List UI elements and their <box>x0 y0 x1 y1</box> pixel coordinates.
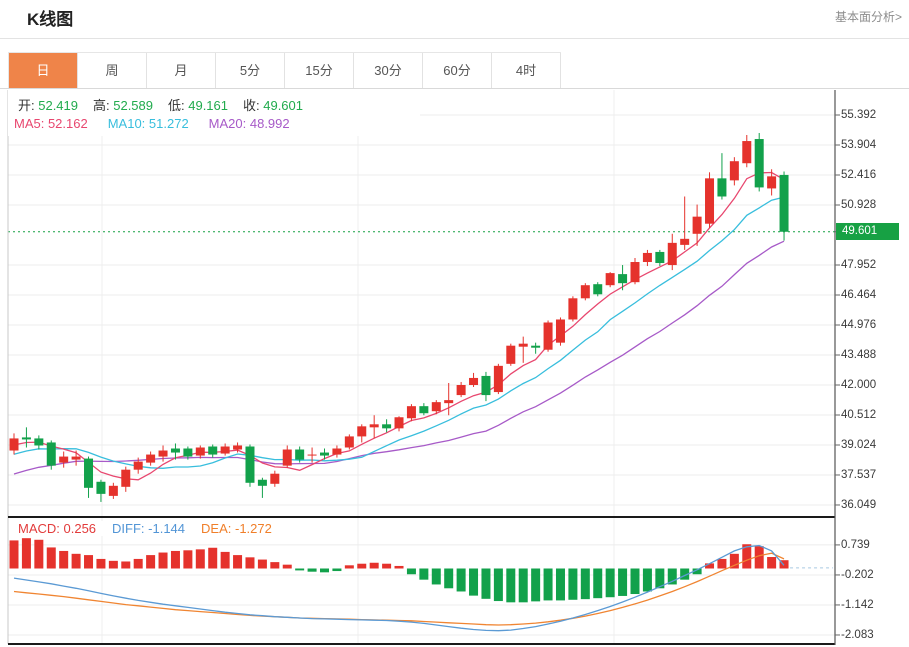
macd-readout: MACD: 0.256 DIFF: -1.144 DEA: -1.272 <box>18 521 294 536</box>
axis-tick-label: 42.000 <box>841 377 903 393</box>
tab-周[interactable]: 周 <box>78 53 147 89</box>
axis-tick-label: 36.049 <box>841 497 903 513</box>
axis-tick-label: 52.416 <box>841 167 903 183</box>
axis-tick-label: -0.202 <box>841 567 903 583</box>
axis-tick-label: -2.083 <box>841 627 903 643</box>
tab-日[interactable]: 日 <box>9 53 78 89</box>
axis-tick-label: 39.024 <box>841 437 903 453</box>
axis-tick-label: 53.904 <box>841 137 903 153</box>
axis-tick-label: -1.142 <box>841 597 903 613</box>
tab-月[interactable]: 月 <box>147 53 216 89</box>
tab-60分[interactable]: 60分 <box>423 53 492 89</box>
tab-strip-border <box>0 88 909 89</box>
ma-readout: MA5: 52.162 MA10: 51.272 MA20: 48.992 <box>14 116 310 131</box>
tab-30分[interactable]: 30分 <box>354 53 423 89</box>
readout-item: DIFF: -1.144 <box>112 521 185 536</box>
readout-item: 收: 49.601 <box>243 98 303 113</box>
readout-item: MA5: 52.162 <box>14 116 88 131</box>
readout-item: MA20: 48.992 <box>209 116 290 131</box>
tab-15分[interactable]: 15分 <box>285 53 354 89</box>
readout-item: DEA: -1.272 <box>201 521 272 536</box>
page-title: K线图 <box>27 5 73 30</box>
axis-tick-label: 46.464 <box>841 287 903 303</box>
axis-tick-label: 47.952 <box>841 257 903 273</box>
readout-item: MACD: 0.256 <box>18 521 96 536</box>
axis-tick-label: 50.928 <box>841 197 903 213</box>
tab-5分[interactable]: 5分 <box>216 53 285 89</box>
readout-item: 开: 52.419 <box>18 98 78 113</box>
title-divider <box>0 38 909 39</box>
readout-item: MA10: 51.272 <box>108 116 189 131</box>
axis-tick-label: 37.537 <box>841 467 903 483</box>
axis-tick-label: 55.392 <box>841 107 903 123</box>
interval-tab-strip: 日周月5分15分30分60分4时 <box>8 52 561 89</box>
kline-page: K线图 基本面分析> 日周月5分15分30分60分4时 开: 52.419 高: … <box>0 0 909 647</box>
readout-item: 高: 52.589 <box>93 98 153 113</box>
axis-tick-label: 44.976 <box>841 317 903 333</box>
tab-4时[interactable]: 4时 <box>492 53 561 89</box>
last-price-tag: 49.601 <box>836 223 899 240</box>
axis-tick-label: 40.512 <box>841 407 903 423</box>
axis-tick-label: 43.488 <box>841 347 903 363</box>
ohlc-readout: 开: 52.419 高: 52.589 低: 49.161 收: 49.601 <box>18 95 318 114</box>
axis-tick-label: 0.739 <box>841 537 903 553</box>
readout-item: 低: 49.161 <box>168 98 228 113</box>
fundamental-analysis-link[interactable]: 基本面分析> <box>835 8 902 25</box>
